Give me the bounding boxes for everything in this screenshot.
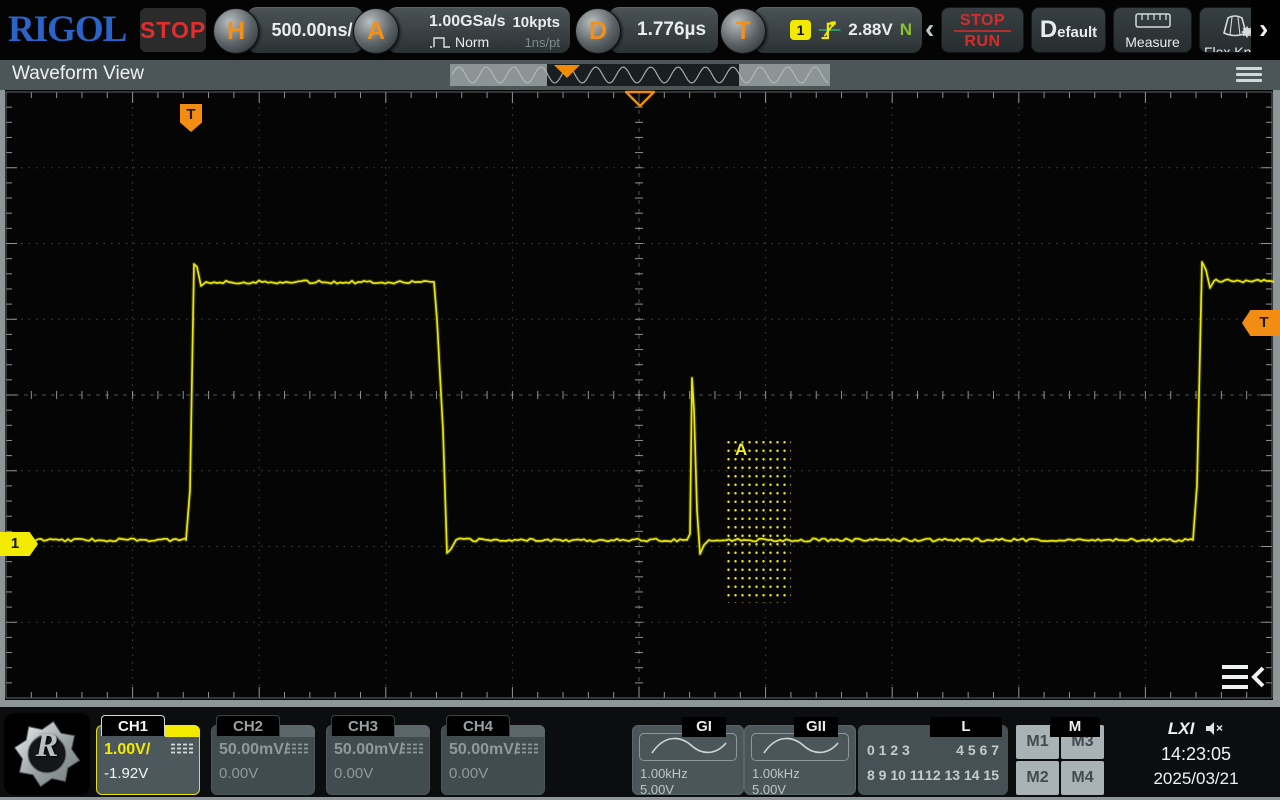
collapse-left-chevron[interactable]: ‹ bbox=[925, 13, 934, 45]
titlebar-menu-icon[interactable] bbox=[1236, 67, 1262, 85]
channel-card-ch2[interactable]: 50.00mV/ 0.00V CH2 bbox=[211, 715, 315, 795]
coupling-dashes-icon bbox=[171, 743, 193, 754]
graticule-and-trace bbox=[0, 90, 1280, 707]
sine-wave-icon bbox=[751, 733, 849, 761]
sample-rate: 1.00GSa/s bbox=[429, 13, 506, 31]
ch1-offset: -1.92V bbox=[104, 765, 148, 782]
clock-status-area: LXI 14:23:05 2025/03/21 bbox=[1116, 707, 1276, 797]
rigol-logo: RIGOL bbox=[8, 8, 126, 51]
channel-card-ch4[interactable]: 50.00mV/ 0.00V CH4 bbox=[441, 715, 545, 795]
acquisition-knob[interactable]: A bbox=[353, 8, 399, 54]
delay-knob[interactable]: D bbox=[575, 8, 621, 54]
horizontal-scale-pill[interactable]: 500.00ns/ bbox=[247, 7, 363, 53]
generator-tab-g2: GII bbox=[794, 717, 838, 737]
trigger-sweep-mode: N bbox=[900, 20, 912, 40]
waveform-view-titlebar: Waveform View bbox=[0, 60, 1280, 90]
channel-tab-ch2: CH2 bbox=[216, 715, 280, 736]
g2-amplitude: 5.00V bbox=[752, 782, 786, 797]
timebase-overview-strip[interactable] bbox=[450, 64, 830, 86]
horizontal-position-marker[interactable] bbox=[622, 90, 658, 108]
trigger-level-value: 2.88V bbox=[848, 20, 892, 40]
default-button[interactable]: Default bbox=[1031, 7, 1106, 53]
zone-label: A bbox=[735, 440, 747, 460]
lxi-logo: LXI bbox=[1168, 719, 1194, 738]
logic-d4-d7: 4 5 6 7 bbox=[956, 742, 999, 758]
channel-tab-ch1: CH1 bbox=[101, 715, 165, 736]
flex-knob-icon bbox=[1218, 13, 1254, 39]
math-m4-button[interactable]: M4 bbox=[1061, 761, 1104, 795]
menu-collapse-icon[interactable] bbox=[1220, 661, 1266, 693]
acquire-mode: Norm bbox=[429, 34, 489, 50]
math-tab: M bbox=[1050, 717, 1100, 737]
view-title: Waveform View bbox=[12, 63, 144, 85]
logic-channels-card[interactable]: 0 1 2 3 4 5 6 7 8 9 10 11 12 13 14 15 L bbox=[858, 717, 1008, 795]
ch3-offset: 0.00V bbox=[334, 765, 373, 782]
channel-tab-ch4: CH4 bbox=[446, 715, 510, 736]
top-status-bar: RIGOL STOP H 500.00ns/ A 1.00GSa/s 10kpt… bbox=[0, 0, 1280, 60]
speaker-muted-icon bbox=[1205, 721, 1224, 736]
g1-amplitude: 5.00V bbox=[640, 782, 674, 797]
logic-tab: L bbox=[930, 717, 1002, 737]
zone-trigger-region[interactable]: A bbox=[723, 436, 791, 603]
coupling-dashes-icon bbox=[516, 743, 538, 754]
ruler-icon bbox=[1135, 13, 1171, 29]
expand-right-chevron[interactable]: › bbox=[1259, 13, 1268, 45]
math-m2-button[interactable]: M2 bbox=[1016, 761, 1059, 795]
measure-button[interactable]: Measure bbox=[1113, 7, 1192, 53]
ch4-scale: 50.00mV/ bbox=[449, 741, 518, 759]
channel-card-ch3[interactable]: 50.00mV/ 0.00V CH3 bbox=[326, 715, 430, 795]
memory-depth: 10kpts bbox=[512, 14, 560, 31]
ch2-offset: 0.00V bbox=[219, 765, 258, 782]
delay-pill[interactable]: 1.776µs bbox=[609, 7, 718, 53]
trigger-source-badge: 1 bbox=[790, 20, 811, 40]
g2-frequency: 1.00kHz bbox=[752, 766, 800, 781]
logic-d0-d3: 0 1 2 3 bbox=[867, 742, 910, 758]
horizontal-knob[interactable]: H bbox=[213, 8, 259, 54]
logic-d8-d11: 8 9 10 11 bbox=[867, 767, 925, 783]
system-date: 2025/03/21 bbox=[1116, 769, 1276, 789]
logic-d12-d15: 12 13 14 15 bbox=[925, 767, 999, 783]
acquisition-status-badge: STOP bbox=[140, 8, 206, 52]
channel-strip bbox=[165, 725, 200, 737]
channel-tab-ch3: CH3 bbox=[331, 715, 395, 736]
generator-card-g1[interactable]: 1.00kHz 5.00V GI bbox=[632, 717, 744, 795]
channel-strip bbox=[395, 725, 430, 737]
system-time: 14:23:05 bbox=[1116, 744, 1276, 765]
time-resolution: 1ns/pt bbox=[525, 35, 560, 50]
stop-run-button[interactable]: STOP RUN bbox=[941, 7, 1024, 53]
ch2-scale: 50.00mV/ bbox=[219, 741, 288, 759]
ch1-scale: 1.00V/ bbox=[104, 741, 150, 759]
gear-r-letter: R bbox=[4, 727, 90, 765]
g1-frequency: 1.00kHz bbox=[640, 766, 688, 781]
rigol-gear-button[interactable]: R bbox=[4, 713, 90, 795]
channel-strip bbox=[280, 725, 315, 737]
coupling-dashes-icon bbox=[286, 743, 308, 754]
bottom-status-bar: R 1.00V/ -1.92V CH1 50.00mV/ 0.00V bbox=[0, 707, 1280, 800]
generator-card-g2[interactable]: 1.00kHz 5.00V GII bbox=[744, 717, 856, 795]
generator-tab-g1: GI bbox=[682, 717, 726, 737]
channel-strip bbox=[510, 725, 545, 737]
trigger-pill[interactable]: 1 2.88V N bbox=[754, 7, 922, 53]
coupling-dashes-icon bbox=[401, 743, 423, 754]
trigger-slope-icon bbox=[818, 17, 841, 43]
channel-card-ch1[interactable]: 1.00V/ -1.92V CH1 bbox=[96, 715, 200, 795]
acquisition-pill[interactable]: 1.00GSa/s 10kpts Norm 1ns/pt bbox=[387, 7, 570, 53]
math-card: M1 M3 M2 M4 M bbox=[1016, 717, 1104, 795]
sine-wave-icon bbox=[639, 733, 737, 761]
ch4-offset: 0.00V bbox=[449, 765, 488, 782]
oscilloscope-screen: RIGOL STOP H 500.00ns/ A 1.00GSa/s 10kpt… bbox=[0, 0, 1280, 800]
trigger-knob[interactable]: T bbox=[720, 8, 766, 54]
ch3-scale: 50.00mV/ bbox=[334, 741, 403, 759]
waveform-display: T T 1 A bbox=[0, 90, 1280, 707]
pulse-icon bbox=[429, 35, 451, 49]
topbar-edge: › bbox=[1251, 0, 1280, 60]
